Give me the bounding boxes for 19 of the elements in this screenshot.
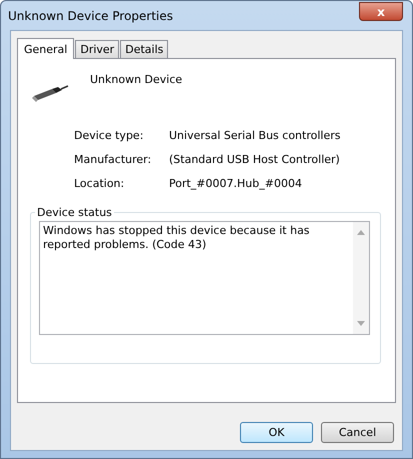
property-label: Device type: (74, 129, 144, 142)
tab[interactable]: Driver (75, 40, 120, 58)
ok-button[interactable]: OK (240, 422, 313, 443)
window-title: Unknown Device Properties (8, 8, 174, 22)
property-value: (Standard USB Host Controller) (169, 153, 341, 166)
tab[interactable]: Details (120, 40, 168, 58)
property-value: Port_#0007.Hub_#0004 (169, 177, 303, 190)
property-value: Universal Serial Bus controllers (169, 129, 342, 142)
tab[interactable]: General (17, 38, 74, 59)
scroll-down-icon[interactable] (357, 321, 365, 326)
scroll-up-icon[interactable] (357, 230, 365, 235)
status-text: Windows has stopped this device because it has reported problems. (Code 43) (42, 223, 311, 253)
status-text-box[interactable]: Windows has stopped this device because it has reported problems. (Code 43) (39, 221, 370, 335)
property-label: Location: (74, 177, 126, 190)
device-name: Unknown Device (90, 73, 182, 86)
property-label: Manufacturer: (74, 153, 152, 166)
scroll-bar[interactable] (353, 222, 369, 334)
cancel-button[interactable]: Cancel (321, 422, 394, 443)
group-title: Device status (36, 206, 113, 219)
